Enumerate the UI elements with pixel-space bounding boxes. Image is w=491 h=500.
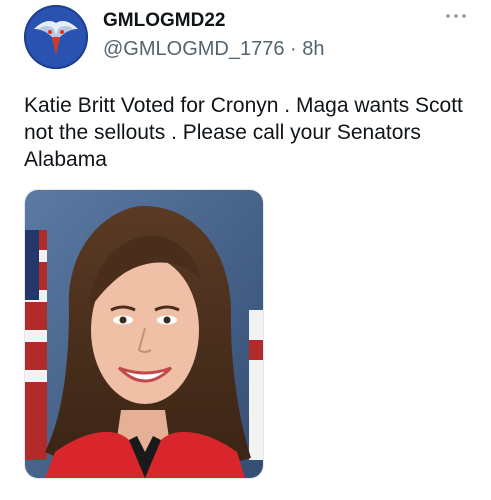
tweet[interactable]: GMLOGMD22 @GMLOGMD_1776 · 8h Katie Britt… bbox=[0, 0, 491, 500]
meta-separator: · bbox=[290, 38, 297, 60]
portrait-photo bbox=[25, 190, 263, 478]
more-options-button[interactable] bbox=[440, 4, 472, 24]
handle[interactable]: @GMLOGMD_1776 bbox=[103, 38, 284, 60]
tweet-photo[interactable] bbox=[24, 189, 264, 479]
tweet-text: Katie Britt Voted for Cronyn . Maga want… bbox=[24, 94, 463, 171]
display-name[interactable]: GMLOGMD22 bbox=[103, 10, 225, 32]
eagle-icon bbox=[24, 5, 88, 69]
tweet-meta: @GMLOGMD_1776 · 8h bbox=[103, 38, 325, 61]
avatar[interactable] bbox=[24, 5, 88, 69]
more-dots-icon bbox=[446, 14, 466, 18]
timestamp[interactable]: 8h bbox=[302, 38, 324, 60]
